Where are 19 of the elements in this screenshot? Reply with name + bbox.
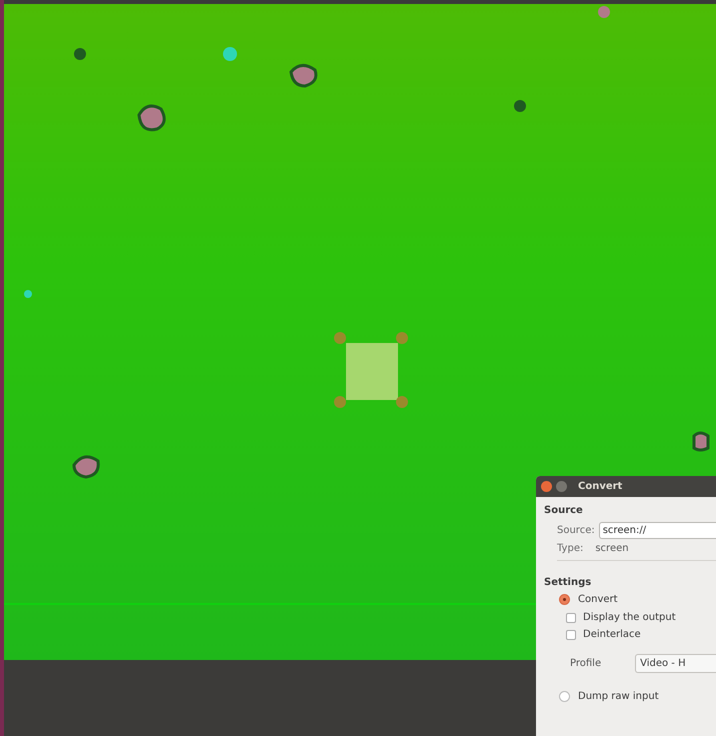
minimize-button[interactable] [556, 481, 567, 492]
profile-dropdown[interactable]: Video - H [635, 654, 716, 673]
option-label: Convert [578, 594, 618, 605]
radio-button[interactable] [559, 691, 570, 702]
field-label: Source: [557, 525, 595, 536]
option-label: Dump raw input [578, 691, 659, 702]
type-value: screen [595, 543, 629, 554]
checkbox[interactable] [566, 612, 576, 622]
source-field[interactable]: screen:// [598, 522, 716, 539]
option-label: Deinterlace [583, 629, 641, 640]
profile-label: Profile [570, 658, 602, 669]
field-label: Type: [557, 543, 584, 554]
option-label: Display the output [583, 612, 676, 623]
window-title: Convert [578, 481, 622, 492]
close-button[interactable] [541, 481, 552, 492]
section-heading: Settings [544, 577, 592, 588]
checkbox[interactable] [566, 630, 576, 640]
section-heading: Source [544, 505, 583, 516]
radio-button[interactable] [559, 594, 570, 605]
